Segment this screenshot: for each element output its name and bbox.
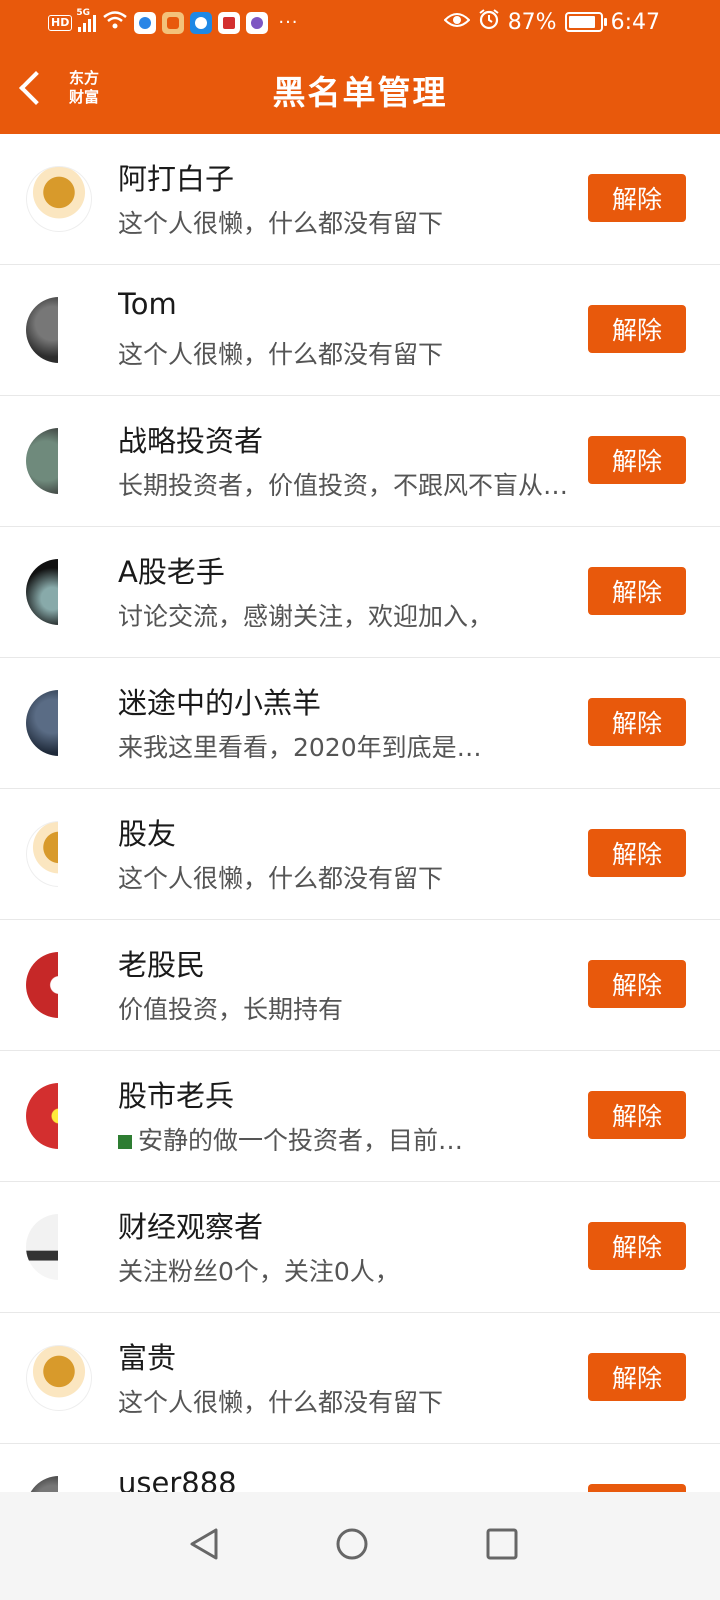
green-badge-icon — [118, 1135, 132, 1149]
user-name[interactable]: 股市老兵 — [118, 1073, 558, 1113]
network-type: 5G — [76, 7, 90, 18]
photos-app-icon — [246, 11, 269, 34]
wifi-icon — [102, 10, 128, 35]
list-item: 股市老兵 安静的做一个投资者，目前… 解除 — [0, 1051, 720, 1182]
more-notifications-icon: ··· — [278, 12, 299, 33]
user-name[interactable]: 财经观察者 — [118, 1204, 558, 1244]
hd-icon: HD — [48, 14, 73, 31]
unblock-button[interactable]: 解除 — [588, 1353, 686, 1401]
nav-bar: 东方 财富 黑名单管理 — [0, 46, 720, 134]
top-bar: HD 5G ··· 87% 6:47 东方 财富 黑名单管理 — [0, 0, 720, 134]
user-bio-text: 安静的做一个投资者，目前… — [138, 1126, 464, 1155]
reader-app-icon — [218, 11, 241, 34]
signal-icon: 5G — [76, 8, 97, 32]
blocklist: 阿打白子 这个人很懒，什么都没有留下 解除 Tom 这个人很懒，什么都没有留下 … — [0, 134, 720, 1575]
redaction-mask — [58, 1206, 110, 1288]
list-item: 阿打白子 这个人很懒，什么都没有留下 解除 — [0, 134, 720, 265]
unblock-button[interactable]: 解除 — [588, 436, 686, 484]
unblock-button[interactable]: 解除 — [588, 1091, 686, 1139]
clock: 6:47 — [610, 9, 660, 35]
user-bio: 长期投资者，价值投资，不跟风不盲从，相机决策，… — [118, 471, 588, 500]
system-back-button[interactable] — [174, 1514, 234, 1574]
status-bar: HD 5G ··· 87% 6:47 — [0, 0, 720, 46]
redaction-mask — [58, 289, 110, 371]
list-item: 战略投资者 长期投资者，价值投资，不跟风不盲从，相机决策，… 解除 — [0, 396, 720, 527]
browser-app-icon — [134, 11, 157, 34]
redaction-mask — [58, 551, 110, 633]
unblock-button[interactable]: 解除 — [588, 567, 686, 615]
system-nav-bar — [0, 1492, 720, 1600]
user-name[interactable]: Tom — [118, 287, 558, 327]
user-name[interactable]: A股老手 — [118, 549, 558, 589]
status-left: HD 5G ··· — [48, 8, 299, 35]
system-home-button[interactable] — [322, 1514, 382, 1574]
list-item: A股老手 讨论交流，感谢关注，欢迎加入， 解除 — [0, 527, 720, 658]
list-item: 老股民 价值投资，长期持有 解除 — [0, 920, 720, 1051]
battery-icon — [564, 12, 607, 32]
triangle-back-icon — [190, 1528, 218, 1560]
eye-comfort-icon — [443, 10, 471, 35]
weibo-app-icon — [190, 11, 213, 34]
user-bio: 来我这里看看，2020年到底是… — [118, 733, 482, 762]
user-bio: 这个人很懒，什么都没有留下 — [118, 1388, 444, 1417]
list-item: 富贵 这个人很懒，什么都没有留下 解除 — [0, 1313, 720, 1444]
page-title: 黑名单管理 — [272, 73, 448, 112]
user-name[interactable]: 阿打白子 — [118, 156, 558, 196]
user-name[interactable]: 迷途中的小羔羊 — [118, 680, 558, 720]
circle-home-icon — [336, 1528, 368, 1560]
user-bio: 价值投资，长期持有 — [118, 995, 344, 1024]
unblock-button[interactable]: 解除 — [588, 829, 686, 877]
redaction-mask — [58, 682, 110, 764]
redaction-mask — [58, 1075, 110, 1157]
user-name[interactable]: 老股民 — [118, 942, 558, 982]
list-item: 股友 这个人很懒，什么都没有留下 解除 — [0, 789, 720, 920]
avatar[interactable] — [26, 166, 92, 232]
user-bio: 安静的做一个投资者，目前… — [118, 1121, 588, 1161]
list-item: 迷途中的小羔羊 来我这里看看，2020年到底是… 解除 — [0, 658, 720, 789]
battery-percent: 87% — [507, 9, 557, 35]
system-recents-button[interactable] — [472, 1514, 532, 1574]
user-bio: 讨论交流，感谢关注，欢迎加入， — [118, 602, 494, 631]
user-bio: 关注粉丝0个，关注0人， — [118, 1257, 400, 1286]
unblock-button[interactable]: 解除 — [588, 1222, 686, 1270]
user-name[interactable]: 富贵 — [118, 1335, 558, 1375]
unblock-button[interactable]: 解除 — [588, 698, 686, 746]
list-item: Tom 这个人很懒，什么都没有留下 解除 — [0, 265, 720, 396]
status-right: 87% 6:47 — [443, 8, 660, 36]
unblock-button[interactable]: 解除 — [588, 960, 686, 1008]
alarm-icon — [478, 8, 500, 36]
list-item: 财经观察者 关注粉丝0个，关注0人， 解除 — [0, 1182, 720, 1313]
redaction-mask — [58, 944, 110, 1026]
unblock-button[interactable]: 解除 — [588, 305, 686, 353]
user-bio: 这个人很懒，什么都没有留下 — [118, 864, 444, 893]
avatar[interactable] — [26, 1345, 92, 1411]
shopping-app-icon — [162, 11, 185, 34]
redaction-mask — [58, 420, 110, 502]
user-name[interactable]: 战略投资者 — [118, 418, 558, 458]
user-name[interactable]: 股友 — [118, 811, 558, 851]
user-bio: 这个人很懒，什么都没有留下 — [118, 340, 444, 369]
redaction-mask — [58, 813, 110, 895]
unblock-button[interactable]: 解除 — [588, 174, 686, 222]
square-recents-icon — [486, 1528, 518, 1560]
user-bio: 这个人很懒，什么都没有留下 — [118, 209, 444, 238]
